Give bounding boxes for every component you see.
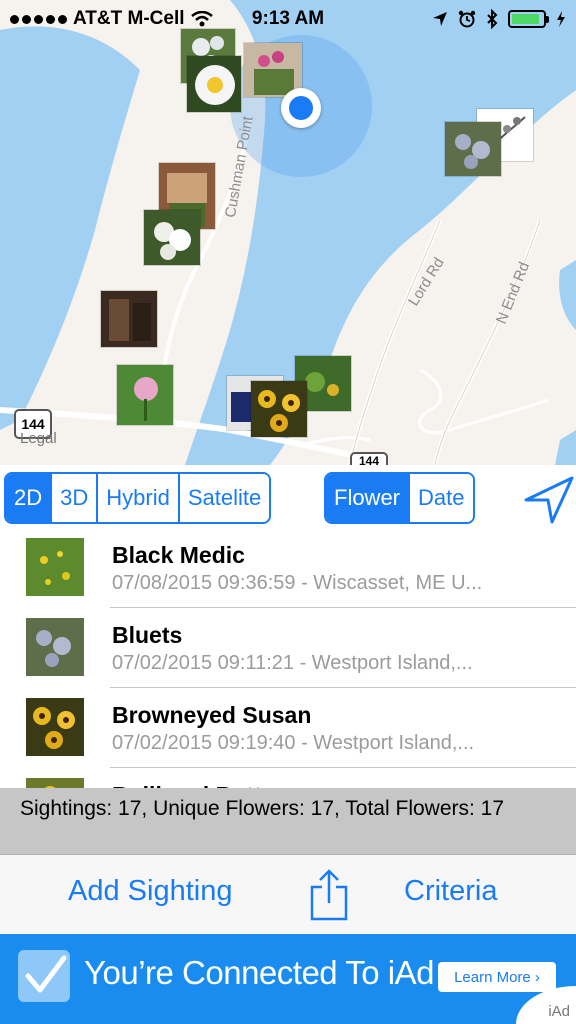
list-item[interactable]: Browneyed Susan 07/02/2015 09:19:40 - We… [0, 688, 576, 768]
legal-link[interactable]: Legal [20, 430, 57, 447]
map-type-satellite[interactable]: Satelite [179, 474, 270, 522]
photo-pin-browneyed-susan[interactable] [250, 380, 308, 438]
sighting-detail: 07/08/2015 09:36:59 - Wiscasset, ME U... [112, 572, 483, 594]
list-item[interactable]: Bullhead Butt... [0, 768, 576, 790]
map-type-hybrid[interactable]: Hybrid [98, 474, 180, 522]
sighting-detail: 07/02/2015 09:11:21 - Westport Island,..… [112, 652, 473, 674]
sort-by-flower[interactable]: Flower [326, 474, 411, 522]
photo-pin-daisy[interactable] [186, 55, 242, 113]
checkmark-icon [18, 950, 70, 1002]
flower-thumbnail [26, 698, 84, 756]
charging-bolt-icon [557, 11, 565, 27]
share-icon[interactable] [308, 867, 350, 923]
signal-dots-icon [10, 14, 67, 24]
photo-pin-white-cluster[interactable] [143, 209, 201, 266]
road-loop [418, 368, 549, 435]
user-location-dot [281, 88, 321, 128]
criteria-button[interactable]: Criteria [404, 875, 497, 908]
iad-logo: iAd [548, 1003, 570, 1020]
learn-more-button[interactable]: Learn More › [438, 962, 556, 992]
bottom-toolbar: Add Sighting Criteria [0, 854, 576, 934]
controls-bar: 2D 3D Hybrid Satelite Flower Date [0, 465, 576, 535]
map-type-segmented-control: 2D 3D Hybrid Satelite [4, 472, 272, 524]
map-view[interactable]: Cushman Point Lord Rd N End Rd 144 Legal… [0, 0, 576, 465]
photo-pin-bluets[interactable] [444, 121, 502, 177]
battery-icon [508, 10, 549, 28]
sightings-list[interactable]: Black Medic 07/08/2015 09:36:59 - Wiscas… [0, 528, 576, 790]
flower-thumbnail [26, 538, 84, 596]
list-item[interactable]: Bluets 07/02/2015 09:11:21 - Westport Is… [0, 608, 576, 688]
iad-banner[interactable]: You’re Connected To iAd Learn More › iAd [0, 934, 576, 1024]
sort-segmented-control: Flower Date [324, 472, 475, 524]
road-branch [299, 436, 371, 447]
sighting-detail: 07/02/2015 09:19:40 - Westport Island,..… [112, 732, 475, 754]
flower-thumbnail [26, 618, 84, 676]
bluetooth-icon [487, 9, 498, 29]
photo-pin-dark-interior[interactable] [100, 290, 158, 348]
wifi-icon [190, 11, 213, 27]
location-arrow-icon [433, 12, 447, 26]
ad-headline: You’re Connected To iAd [84, 954, 434, 991]
photo-pin-clover[interactable] [116, 364, 174, 426]
sort-by-date[interactable]: Date [410, 474, 473, 522]
alarm-icon [458, 10, 476, 28]
map-type-2d[interactable]: 2D [6, 474, 53, 522]
add-sighting-button[interactable]: Add Sighting [68, 875, 232, 908]
summary-bar: Sightings: 17, Unique Flowers: 17, Total… [0, 788, 576, 854]
flower-name: Browneyed Susan [112, 702, 312, 728]
flower-name: Black Medic [112, 542, 245, 568]
status-bar: AT&T M-Cell 9:13 AM [0, 0, 576, 38]
carrier-name: AT&T M-Cell [73, 8, 185, 29]
list-item[interactable]: Black Medic 07/08/2015 09:36:59 - Wiscas… [0, 528, 576, 608]
route-144-shield-bottom: 144 [350, 452, 388, 465]
navigation-arrow-icon[interactable] [520, 470, 576, 526]
map-type-3d[interactable]: 3D [52, 474, 99, 522]
water-right-edge [559, 260, 576, 330]
water-bottom-right [555, 430, 576, 465]
flower-name: Bluets [112, 622, 183, 648]
